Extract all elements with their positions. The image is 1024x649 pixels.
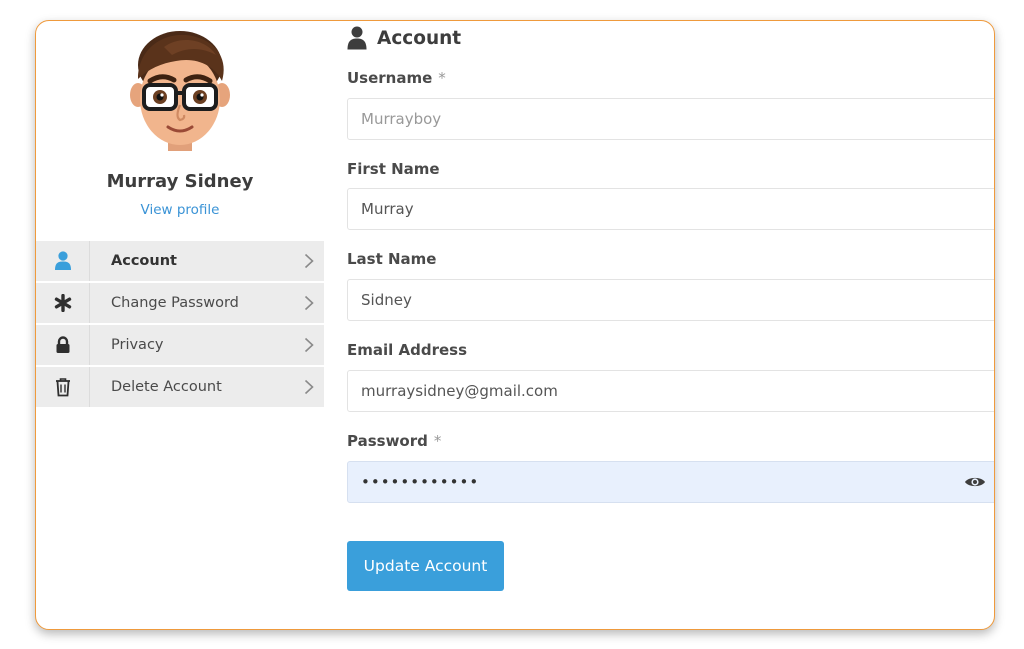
- menu-item-label: Delete Account: [111, 379, 222, 395]
- required-mark: *: [438, 69, 446, 87]
- chevron-right-icon: [294, 295, 324, 311]
- asterisk-icon: [36, 283, 90, 323]
- username-label: Username *: [347, 69, 446, 87]
- first-name-input[interactable]: [347, 188, 994, 230]
- password-input[interactable]: [348, 462, 948, 502]
- trash-icon: [36, 367, 90, 407]
- update-account-button[interactable]: Update Account: [347, 541, 504, 591]
- email-input[interactable]: [347, 370, 994, 412]
- email-label: Email Address: [347, 341, 468, 359]
- page-title: Account: [377, 27, 462, 49]
- menu-item-change-password[interactable]: Change Password: [36, 283, 324, 323]
- menu-item-label: Account: [111, 253, 177, 269]
- avatar: [130, 31, 230, 151]
- lock-icon: [36, 325, 90, 365]
- profile-name: Murray Sidney: [106, 171, 254, 192]
- last-name-label: Last Name: [347, 250, 437, 268]
- user-icon: [347, 26, 367, 50]
- first-name-label: First Name: [347, 160, 440, 178]
- chevron-right-icon: [294, 337, 324, 353]
- username-label-text: Username: [347, 69, 433, 87]
- view-profile-link[interactable]: View profile: [36, 202, 324, 218]
- eye-icon[interactable]: [964, 473, 986, 491]
- menu-item-label: Change Password: [111, 295, 239, 311]
- section-header: Account: [347, 25, 461, 51]
- menu-item-privacy[interactable]: Privacy: [36, 325, 324, 365]
- settings-menu: Account Change Password Privacy Delete A…: [36, 241, 324, 409]
- account-settings-card: Murray Sidney View profile Account Chang…: [35, 20, 995, 630]
- chevron-right-icon: [294, 379, 324, 395]
- menu-item-delete-account[interactable]: Delete Account: [36, 367, 324, 407]
- chevron-right-icon: [294, 253, 324, 269]
- password-field: [347, 461, 994, 503]
- password-label: Password *: [347, 432, 441, 450]
- account-form: Account Username * First Name Last Name E…: [347, 21, 994, 629]
- required-mark: *: [433, 432, 442, 450]
- menu-item-label: Privacy: [111, 337, 164, 353]
- last-name-input[interactable]: [347, 279, 994, 321]
- menu-item-account[interactable]: Account: [36, 241, 324, 281]
- user-icon: [36, 241, 90, 281]
- password-label-text: Password: [347, 432, 428, 450]
- username-input[interactable]: [347, 98, 994, 140]
- sidebar: Murray Sidney View profile Account Chang…: [36, 21, 324, 629]
